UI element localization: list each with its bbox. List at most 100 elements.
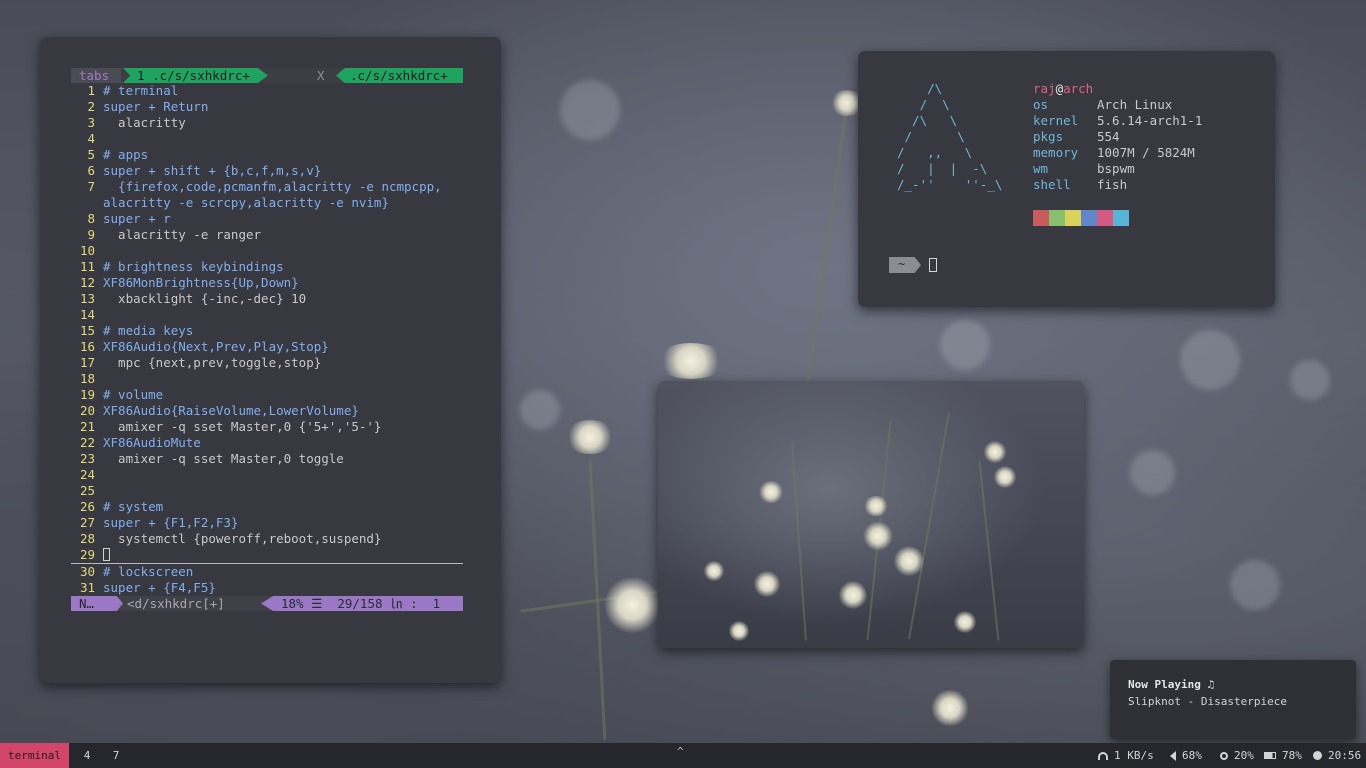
color-swatch bbox=[1081, 210, 1097, 226]
volume-module[interactable]: 68% bbox=[1170, 743, 1202, 768]
user-name: raj bbox=[1033, 81, 1056, 96]
now-playing-notification[interactable]: Now Playing ♫ Slipknot - Disasterpiece bbox=[1110, 660, 1356, 739]
code-line[interactable]: 17 mpc {next,prev,toggle,stop} bbox=[71, 355, 463, 371]
code-line[interactable]: 6 super + shift + {b,c,f,m,s,v} bbox=[71, 163, 463, 179]
info-row: memory 1007M / 5824M bbox=[1033, 145, 1202, 161]
code-line[interactable]: 9 alacritty -e ranger bbox=[71, 227, 463, 243]
prompt-badge: ~ bbox=[889, 257, 921, 273]
line-text: systemctl {poweroff,reboot,suspend} bbox=[103, 531, 382, 546]
code-line[interactable]: 15 # media keys bbox=[71, 323, 463, 339]
line-number: 30 bbox=[79, 564, 95, 579]
line-number: 12 bbox=[79, 275, 95, 290]
line-number: 19 bbox=[79, 387, 95, 402]
workspace-7[interactable]: 7 bbox=[109, 743, 123, 768]
code-line[interactable]: 14 bbox=[71, 307, 463, 323]
image-viewer-window[interactable] bbox=[658, 381, 1084, 648]
info-row: os Arch Linux bbox=[1033, 97, 1202, 113]
code-line[interactable]: 10 bbox=[71, 243, 463, 259]
line-number: 7 bbox=[87, 179, 95, 194]
tabs-label: tabs bbox=[71, 68, 121, 83]
line-number: 3 bbox=[87, 115, 95, 130]
code-line[interactable]: 31 super + {F4,F5} bbox=[71, 580, 463, 596]
volume-icon bbox=[1170, 750, 1176, 761]
line-number: 20 bbox=[79, 403, 95, 418]
line-text: # media keys bbox=[103, 323, 194, 338]
line-number: 25 bbox=[79, 483, 95, 498]
info-value: Arch Linux bbox=[1097, 97, 1173, 112]
code-line[interactable]: 4 bbox=[71, 131, 463, 147]
code-line[interactable]: 27 super + {F1,F2,F3} bbox=[71, 515, 463, 531]
code-line[interactable]: 20 XF86Audio{RaiseVolume,LowerVolume} bbox=[71, 403, 463, 419]
code-line[interactable]: 26 # system bbox=[71, 499, 463, 515]
info-key: os bbox=[1033, 97, 1049, 112]
notification-body: Slipknot - Disasterpiece bbox=[1128, 695, 1287, 708]
system-info: raj@arch os Arch Linux kernel 5.6.14-arch1-… bbox=[1033, 81, 1202, 193]
line-text: # lockscreen bbox=[103, 564, 194, 579]
battery-icon bbox=[1264, 752, 1276, 759]
buffer-name[interactable]: .c/s/sxhkdrc+ bbox=[336, 68, 463, 83]
line-text: super + Return bbox=[103, 99, 209, 114]
line-text: amixer -q sset Master,0 toggle bbox=[103, 451, 344, 466]
line-number: 23 bbox=[79, 451, 95, 466]
tab-active[interactable]: 1 .c/s/sxhkdrc+ bbox=[123, 68, 268, 83]
volume-value: 68% bbox=[1182, 749, 1202, 762]
status-bar: terminal 4 7 ^ 1 KB/s 68% 20% 78% 20:56 bbox=[0, 743, 1366, 768]
line-number: 8 bbox=[87, 211, 95, 226]
code-line[interactable]: 7 {firefox,code,pcmanfm,alacritty -e ncm… bbox=[71, 179, 463, 195]
workspace-4[interactable]: 4 bbox=[80, 743, 94, 768]
code-line[interactable]: 24 bbox=[71, 467, 463, 483]
code-line[interactable]: 5 # apps bbox=[71, 147, 463, 163]
line-text: super + shift + {b,c,f,m,s,v} bbox=[103, 163, 322, 178]
code-line[interactable]: 11 # brightness keybindings bbox=[71, 259, 463, 275]
code-line[interactable]: 22 XF86AudioMute bbox=[71, 435, 463, 451]
code-line[interactable]: 12 XF86MonBrightness{Up,Down} bbox=[71, 275, 463, 291]
line-number: 10 bbox=[79, 243, 95, 258]
line-number: 22 bbox=[79, 435, 95, 450]
code-line[interactable]: 18 bbox=[71, 371, 463, 387]
line-number: 31 bbox=[79, 580, 95, 595]
line-number: 4 bbox=[87, 131, 95, 146]
terminal-cursor[interactable] bbox=[929, 258, 937, 272]
code-line[interactable]: alacritty -e scrcpy,alacritty -e nvim} bbox=[71, 195, 463, 211]
code-line[interactable]: 23 amixer -q sset Master,0 toggle bbox=[71, 451, 463, 467]
workspace-terminal[interactable]: terminal bbox=[0, 743, 69, 768]
code-line[interactable]: 3 alacritty bbox=[71, 115, 463, 131]
info-value: fish bbox=[1097, 177, 1128, 192]
code-line[interactable]: 13 xbacklight {-inc,-dec} 10 bbox=[71, 291, 463, 307]
code-line[interactable]: 1 # terminal bbox=[71, 83, 463, 99]
color-swatch bbox=[1097, 210, 1113, 226]
clock-module: 20:56 bbox=[1313, 743, 1361, 768]
code-line[interactable]: 21 amixer -q sset Master,0 {'5+','5-'} bbox=[71, 419, 463, 435]
line-text: XF86MonBrightness{Up,Down} bbox=[103, 275, 299, 290]
line-text: # brightness keybindings bbox=[103, 259, 284, 274]
line-text: super + r bbox=[103, 211, 171, 226]
code-line[interactable]: 19 # volume bbox=[71, 387, 463, 403]
line-number: 9 bbox=[87, 227, 95, 242]
network-module: 1 KB/s bbox=[1098, 743, 1154, 768]
line-number: 18 bbox=[79, 371, 95, 386]
line-number: 27 bbox=[79, 515, 95, 530]
code-area[interactable]: 1 # terminal 2 super + Return 3 alacritty 4 5 #… bbox=[71, 83, 463, 596]
center-indicator: ^ bbox=[677, 745, 684, 758]
wifi-icon bbox=[1098, 751, 1108, 760]
code-line[interactable]: 8 super + r bbox=[71, 211, 463, 227]
battery-module: 78% bbox=[1264, 743, 1302, 768]
tab-close-button[interactable]: X bbox=[317, 68, 331, 83]
file-name: <d/sxhkdrc[+] bbox=[127, 596, 225, 611]
line-text: # apps bbox=[103, 147, 149, 162]
info-value: bspwm bbox=[1097, 161, 1135, 176]
code-line[interactable]: 2 super + Return bbox=[71, 99, 463, 115]
line-number: 28 bbox=[79, 531, 95, 546]
code-line[interactable]: 16 XF86Audio{Next,Prev,Play,Stop} bbox=[71, 339, 463, 355]
code-line[interactable]: 29 bbox=[71, 547, 463, 564]
line-text: # terminal bbox=[103, 83, 179, 98]
line-text: XF86Audio{RaiseVolume,LowerVolume} bbox=[103, 403, 359, 418]
line-number: 2 bbox=[87, 99, 95, 114]
code-line[interactable]: 30 # lockscreen bbox=[71, 564, 463, 580]
line-number: 17 bbox=[79, 355, 95, 370]
color-swatch bbox=[1113, 210, 1129, 226]
code-line[interactable]: 28 systemctl {poweroff,reboot,suspend} bbox=[71, 531, 463, 547]
at-sign: @ bbox=[1055, 81, 1064, 96]
code-line[interactable]: 25 bbox=[71, 483, 463, 499]
color-palette bbox=[1033, 210, 1129, 226]
